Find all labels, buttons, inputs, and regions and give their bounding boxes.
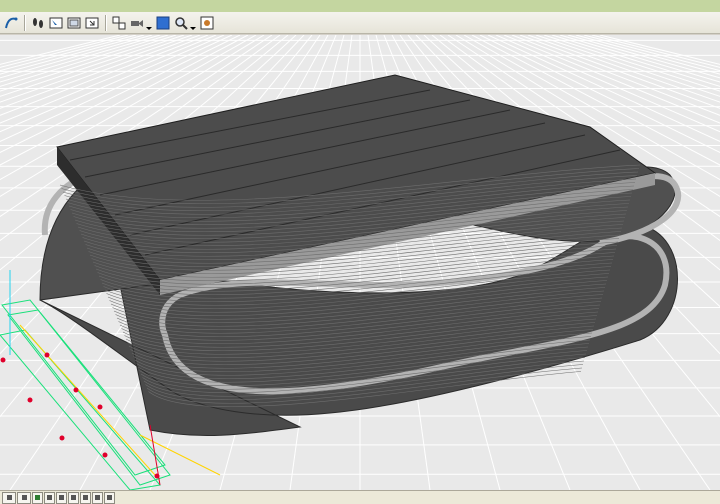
view-tab-5[interactable] [80,491,91,504]
camera-dropdown-icon[interactable] [146,15,152,31]
zoom-dropdown-icon[interactable] [190,15,196,31]
bottom-toolbar [0,490,720,504]
select-view-icon[interactable] [48,15,64,31]
zoom-magnify-icon[interactable] [173,15,189,31]
main-toolbar [0,12,720,34]
toolbar-separator [105,14,106,31]
shaded-mode-icon[interactable] [155,15,171,31]
view-tab-2[interactable] [44,491,55,504]
render-settings-icon[interactable] [199,15,215,31]
view-tab-3[interactable] [56,491,67,504]
control-points[interactable] [0,352,160,479]
view-tab-4[interactable] [68,491,79,504]
camera-icon[interactable] [129,15,145,31]
zoom-window-icon[interactable] [84,15,100,31]
folded-layer-model[interactable] [39,74,682,437]
view-tab-1[interactable] [32,491,43,504]
view-tab-7[interactable] [104,491,115,504]
view-tab-6[interactable] [92,491,103,504]
layer-icon[interactable] [17,491,31,504]
curve-tool-icon[interactable] [3,15,19,31]
walk-tool-icon[interactable] [30,15,46,31]
single-view-icon[interactable] [66,15,82,31]
toolbar-separator [24,14,25,31]
layout-icon[interactable] [2,491,16,504]
multi-view-icon[interactable] [111,15,127,31]
3d-viewport[interactable] [0,35,720,490]
